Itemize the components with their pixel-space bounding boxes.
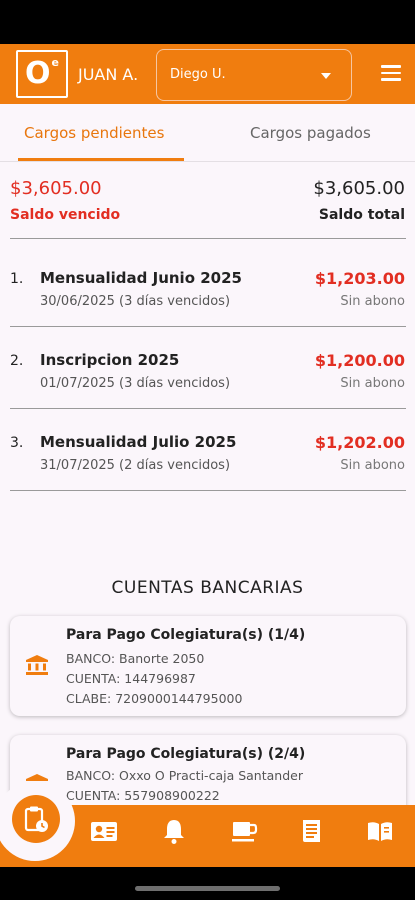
charge-amount: $1,203.00 <box>314 269 405 288</box>
charge-divider <box>10 490 406 491</box>
charge-title: Mensualidad Julio 2025 <box>40 433 237 451</box>
charges-tabs: Cargos pendientes Cargos pagados <box>0 104 415 162</box>
bank-accounts-title: CUENTAS BANCARIAS <box>111 578 304 598</box>
charge-index: 2. <box>10 353 24 369</box>
bank-name: BANCO: Banorte 2050 <box>66 651 205 666</box>
charge-divider <box>10 408 406 409</box>
dropdown-caret-icon <box>321 73 331 79</box>
bell-icon[interactable] <box>160 817 188 845</box>
charge-status: Sin abono <box>340 294 405 309</box>
payments-clipboard-button[interactable] <box>12 795 60 843</box>
bank-account-number: CUENTA: 557908900222 <box>66 788 220 803</box>
bank-card-title: Para Pago Colegiatura(s) (2/4) <box>66 746 306 762</box>
charge-title: Inscripcion 2025 <box>40 351 180 369</box>
charge-amount: $1,200.00 <box>314 351 405 370</box>
summary-divider <box>10 238 406 239</box>
charge-row[interactable]: 1. Mensualidad Junio 2025 $1,203.00 30/0… <box>0 269 415 331</box>
bank-account-number: CUENTA: 144796987 <box>66 671 196 686</box>
charge-row[interactable]: 3. Mensualidad Julio 2025 $1,202.00 31/0… <box>0 433 415 495</box>
bank-account-card[interactable]: Para Pago Colegiatura(s) (1/4) BANCO: Ba… <box>10 616 406 716</box>
home-indicator[interactable] <box>135 886 280 891</box>
logo-letter: O <box>25 56 51 91</box>
charge-date: 01/07/2025 (3 días vencidos) <box>40 376 231 391</box>
total-balance-label: Saldo total <box>318 207 405 223</box>
active-tab-indicator <box>18 158 184 161</box>
app-bar: Oe JUAN A. Diego U. <box>0 44 415 104</box>
user-name: JUAN A. <box>78 65 139 84</box>
charge-status: Sin abono <box>340 376 405 391</box>
bank-name: BANCO: Oxxo O Practi-caja Santander <box>66 768 303 783</box>
bank-icon <box>26 655 48 675</box>
tab-paid-charges[interactable]: Cargos pagados <box>250 124 371 142</box>
bank-card-title: Para Pago Colegiatura(s) (1/4) <box>66 627 306 643</box>
charge-status: Sin abono <box>340 458 405 473</box>
status-bar <box>0 0 415 44</box>
coffee-cup-icon[interactable] <box>230 817 258 845</box>
charge-divider <box>10 326 406 327</box>
payments-clipboard-icon <box>24 806 48 832</box>
charge-date: 31/07/2025 (2 días vencidos) <box>40 458 231 473</box>
overdue-balance-amount: $3,605.00 <box>10 178 102 199</box>
app-logo: Oe <box>16 50 68 98</box>
charge-date: 30/06/2025 (3 días vencidos) <box>40 294 231 309</box>
charge-index: 1. <box>10 271 24 287</box>
open-book-icon[interactable] <box>366 817 394 845</box>
system-navigation-area <box>0 867 415 900</box>
bank-clabe: CLABE: 7209000144795000 <box>66 691 243 706</box>
total-balance-amount: $3,605.00 <box>313 178 405 199</box>
charge-row[interactable]: 2. Inscripcion 2025 $1,200.00 01/07/2025… <box>0 351 415 413</box>
student-select-value: Diego U. <box>170 67 226 82</box>
newspaper-icon[interactable] <box>298 817 326 845</box>
charge-title: Mensualidad Junio 2025 <box>40 269 242 287</box>
tab-pending-charges[interactable]: Cargos pendientes <box>24 124 182 142</box>
contact-card-icon[interactable] <box>90 817 118 845</box>
logo-superscript: e <box>51 55 59 69</box>
charge-amount: $1,202.00 <box>314 433 405 452</box>
charge-index: 3. <box>10 435 24 451</box>
overdue-balance-label: Saldo vencido <box>10 207 121 223</box>
hamburger-menu-icon[interactable] <box>381 65 401 81</box>
app-screen: Oe JUAN A. Diego U. Cargos pendientes Ca… <box>0 0 415 900</box>
student-select[interactable]: Diego U. <box>156 49 352 101</box>
